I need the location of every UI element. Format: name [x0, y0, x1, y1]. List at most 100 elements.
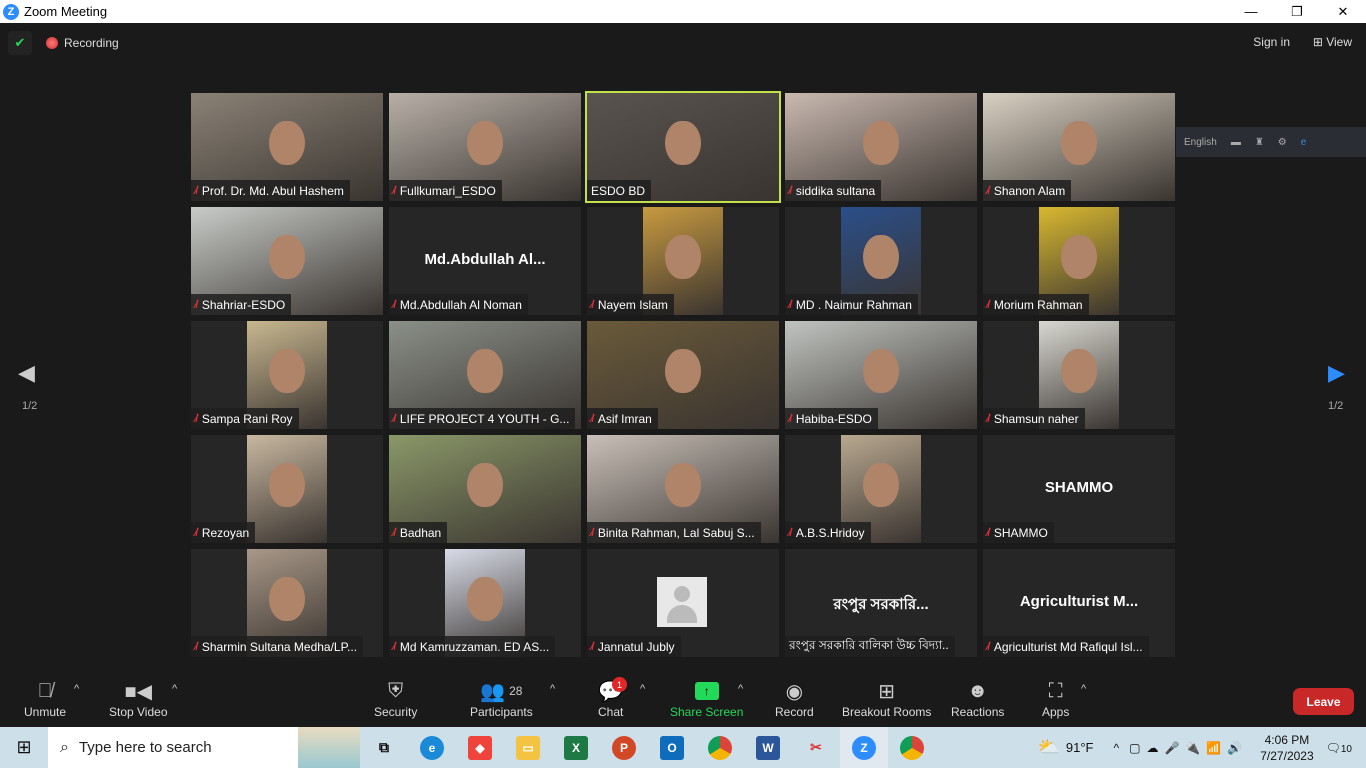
participant-name-label: ⁄̸ A.B.S.Hridoy	[785, 522, 871, 543]
participant-face	[269, 463, 305, 507]
participant-tile[interactable]: ⁄̸ Badhan	[389, 435, 581, 543]
snipping-tool-icon[interactable]: ✂	[792, 727, 840, 768]
word-icon[interactable]: W	[744, 727, 792, 768]
maximize-button[interactable]: ❐	[1274, 0, 1320, 23]
participant-tile[interactable]: ⁄̸ Shahriar-ESDO	[191, 207, 383, 315]
keyboard-icon[interactable]: ▬	[1231, 137, 1241, 148]
windows-start-icon[interactable]: ⊞	[0, 737, 48, 758]
close-button[interactable]: ✕	[1320, 0, 1366, 23]
participant-tile[interactable]: ⁄̸ Fullkumari_ESDO	[389, 93, 581, 201]
participant-tile[interactable]: ⁄̸ Jannatul Jubly	[587, 549, 779, 657]
participant-tile[interactable]: ESDO BD	[585, 91, 781, 203]
stop-video-button[interactable]: ■◀ Stop Video	[109, 677, 168, 720]
clock[interactable]: 4:06 PM 7/27/2023	[1260, 732, 1313, 764]
share-caret[interactable]: ^	[738, 683, 743, 695]
participant-name: Md.Abdullah Al Noman	[399, 297, 522, 312]
apps-caret[interactable]: ^	[1081, 683, 1086, 695]
sign-in-button[interactable]: Sign in	[1253, 35, 1290, 49]
participant-tile[interactable]: ⁄̸ Prof. Dr. Md. Abul Hashem	[191, 93, 383, 201]
security-button[interactable]: ⛨ Security	[374, 677, 417, 720]
record-button[interactable]: ◉ Record	[775, 677, 814, 720]
task-view-icon[interactable]: ⧉	[360, 727, 408, 768]
taskbar-search-box[interactable]: ⌕ Type here to search	[48, 727, 298, 768]
recording-label[interactable]: Recording	[64, 36, 119, 50]
stop-video-label: Stop Video	[109, 705, 168, 719]
notification-count: 10	[1340, 743, 1352, 755]
muted-mic-icon: ⁄̸	[195, 298, 197, 311]
participant-tile[interactable]: ⁄̸ Sharmin Sultana Medha/LP...	[191, 549, 383, 657]
participant-tile[interactable]: ⁄̸ Rezoyan	[191, 435, 383, 543]
participant-tile[interactable]: ⁄̸ Morium Rahman	[983, 207, 1175, 315]
participant-tile[interactable]: Md.Abdullah Al... ⁄̸ Md.Abdullah Al Noman	[389, 207, 581, 315]
participant-tile[interactable]: ⁄̸ Asif Imran	[587, 321, 779, 429]
mouse-icon[interactable]: ♜	[1255, 137, 1264, 148]
reactions-button[interactable]: ☻ Reactions	[951, 677, 1004, 720]
participant-name-label: ⁄̸ Badhan	[389, 522, 448, 543]
participant-tile[interactable]: ⁄̸ Shamsun naher	[983, 321, 1175, 429]
view-button[interactable]: ⊞ View	[1313, 35, 1352, 49]
language-selector[interactable]: English	[1184, 137, 1217, 148]
participant-tile[interactable]: ⁄̸ Sampa Rani Roy	[191, 321, 383, 429]
chrome-icon[interactable]	[696, 727, 744, 768]
share-screen-button[interactable]: ↑ Share Screen	[670, 677, 743, 719]
participant-name-label: ⁄̸ Habiba-ESDO	[785, 408, 878, 429]
participant-tile[interactable]: রংপুর সরকারি... রংপুর সরকারি বালিকা উচ্চ …	[785, 549, 977, 657]
participant-tile[interactable]: ⁄̸ MD . Naimur Rahman	[785, 207, 977, 315]
breakout-rooms-button[interactable]: ⊞ Breakout Rooms	[842, 677, 931, 720]
browser-icon[interactable]: e	[1301, 137, 1307, 148]
participant-face	[269, 235, 305, 279]
participant-tile[interactable]: ⁄̸ A.B.S.Hridoy	[785, 435, 977, 543]
anydesk-icon[interactable]: ◆	[456, 727, 504, 768]
participant-name-label: ⁄̸ Fullkumari_ESDO	[389, 180, 502, 201]
participant-tile[interactable]: Agriculturist M... ⁄̸ Agriculturist Md Raf…	[983, 549, 1175, 657]
participant-tile[interactable]: ⁄̸ LIFE PROJECT 4 YOUTH - G...	[389, 321, 581, 429]
powerpoint-icon[interactable]: P	[600, 727, 648, 768]
apps-button[interactable]: ⛶ Apps	[1042, 677, 1069, 720]
participant-tile[interactable]: SHAMMO ⁄̸ SHAMMO	[983, 435, 1175, 543]
muted-mic-icon: ⁄̸	[393, 640, 395, 653]
participant-name: Shamsun naher	[993, 411, 1079, 426]
search-highlight-image	[298, 727, 360, 768]
participant-tile[interactable]: ⁄̸ Nayem Islam	[587, 207, 779, 315]
outlook-icon[interactable]: O	[648, 727, 696, 768]
minimize-button[interactable]: —	[1228, 0, 1274, 23]
participant-name: Agriculturist Md Rafiqul Isl...	[993, 639, 1143, 654]
excel-icon[interactable]: X	[552, 727, 600, 768]
page-indicator-right: 1/2	[1328, 400, 1344, 412]
participant-tile[interactable]: ⁄̸ Md Kamruzzaman. ED AS...	[389, 549, 581, 657]
tray-icons[interactable]: ▢☁🎤🔌📶🔊	[1129, 741, 1248, 755]
participants-button[interactable]: 👥 28 Participants	[470, 677, 533, 720]
record-label: Record	[775, 705, 814, 719]
participant-name: Prof. Dr. Md. Abul Hashem	[201, 183, 344, 198]
participant-name-label: ⁄̸ Rezoyan	[191, 522, 256, 543]
unmute-button[interactable]: 🎙̸ Unmute	[24, 677, 66, 720]
weather-cloud-icon[interactable]: ⛅	[1037, 737, 1059, 758]
muted-mic-icon: 🎙̸	[37, 679, 53, 702]
gear-icon[interactable]: ⚙	[1278, 137, 1287, 148]
muted-mic-icon: ⁄̸	[789, 412, 791, 425]
chat-button[interactable]: 💬 1 Chat	[598, 677, 627, 719]
video-options-caret[interactable]: ^	[172, 683, 177, 695]
previous-page-arrow-icon[interactable]: ◀	[18, 360, 35, 386]
weather-temp[interactable]: 91°F	[1066, 740, 1094, 755]
participant-face	[665, 235, 701, 279]
file-explorer-icon[interactable]: ▭	[504, 727, 552, 768]
participant-tile[interactable]: ⁄̸ Shanon Alam	[983, 93, 1175, 201]
notifications-icon[interactable]: 🗨10	[1326, 741, 1352, 755]
show-hidden-icons[interactable]: ^	[1114, 741, 1120, 755]
participant-tile[interactable]: ⁄̸ Habiba-ESDO	[785, 321, 977, 429]
participants-caret[interactable]: ^	[550, 683, 555, 695]
participant-face	[863, 121, 899, 165]
chrome-profile-icon[interactable]	[888, 727, 936, 768]
participant-name-label: ⁄̸ Sharmin Sultana Medha/LP...	[191, 636, 364, 657]
audio-options-caret[interactable]: ^	[74, 683, 79, 695]
encryption-shield-icon[interactable]: ✔	[8, 31, 32, 55]
muted-mic-icon: ⁄̸	[591, 640, 593, 653]
leave-button[interactable]: Leave	[1293, 688, 1354, 715]
chat-caret[interactable]: ^	[640, 683, 645, 695]
participant-tile[interactable]: ⁄̸ Binita Rahman, Lal Sabuj S...	[587, 435, 779, 543]
participant-tile[interactable]: ⁄̸ siddika sultana	[785, 93, 977, 201]
edge-icon[interactable]: e	[408, 727, 456, 768]
next-page-arrow-icon[interactable]: ▶	[1328, 360, 1345, 386]
zoom-taskbar-icon[interactable]: Z	[840, 727, 888, 768]
